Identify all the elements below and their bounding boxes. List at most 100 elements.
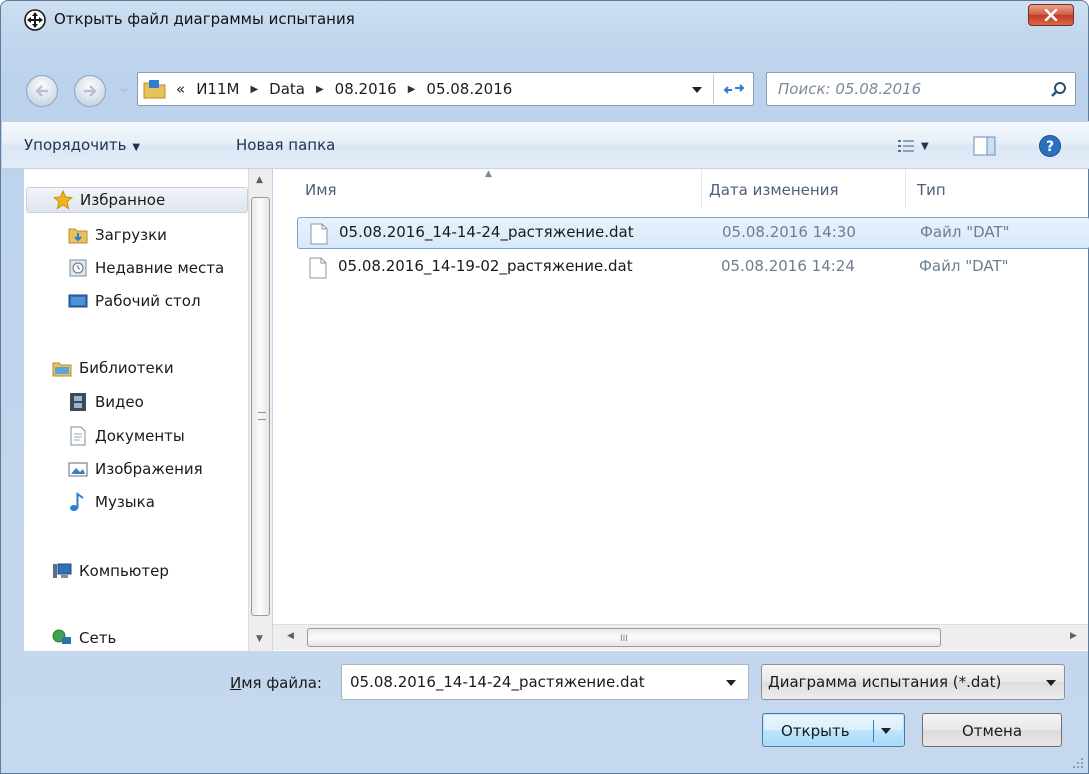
sidebar-item-pictures[interactable]: Изображения xyxy=(68,456,203,482)
file-type-filter-value: Диаграмма испытания (*.dat) xyxy=(768,673,1002,691)
file-type: Файл "DAT" xyxy=(920,223,1010,241)
column-divider[interactable] xyxy=(905,169,906,209)
documents-icon xyxy=(70,426,86,446)
sidebar-item-label: Избранное xyxy=(80,191,166,209)
sidebar-item-downloads[interactable]: Загрузки xyxy=(68,222,167,248)
file-date: 05.08.2016 14:24 xyxy=(721,257,855,275)
scroll-up-icon[interactable]: ▲ xyxy=(256,175,263,185)
open-options-dropdown-icon[interactable] xyxy=(881,727,891,735)
view-options-button[interactable]: ▼ xyxy=(897,136,939,156)
history-dropdown-icon[interactable] xyxy=(117,83,131,99)
close-button[interactable] xyxy=(1028,4,1074,26)
new-folder-button[interactable]: Новая папка xyxy=(236,136,335,154)
back-button[interactable] xyxy=(26,75,58,107)
app-icon xyxy=(24,9,46,31)
file-icon xyxy=(309,257,327,279)
split-divider xyxy=(873,720,874,742)
search-icon[interactable] xyxy=(1049,80,1069,100)
breadcrumb-item[interactable]: И11М xyxy=(196,80,239,98)
libraries-icon xyxy=(52,362,72,377)
file-row[interactable]: 05.08.2016_14-19-02_растяжение.dat 05.08… xyxy=(297,252,1089,284)
organize-menu[interactable]: Упорядочить ▼ xyxy=(24,136,140,154)
file-type-filter[interactable]: Диаграмма испытания (*.dat) xyxy=(761,664,1065,700)
filename-value: 05.08.2016_14-14-24_растяжение.dat xyxy=(350,673,645,691)
file-date: 05.08.2016 14:30 xyxy=(722,223,856,241)
sidebar-item-network[interactable]: Сеть xyxy=(52,625,116,651)
title-bar[interactable]: Открыть файл диаграммы испытания xyxy=(1,1,1088,35)
folder-icon xyxy=(143,80,166,99)
computer-icon xyxy=(53,563,72,578)
navigation-pane: Избранное Загрузки Недавние места Рабочи… xyxy=(24,169,256,651)
sidebar-item-desktop[interactable]: Рабочий стол xyxy=(68,288,201,314)
file-list-scrollbar[interactable]: ◀ III ▶ xyxy=(273,624,1088,650)
file-icon xyxy=(310,223,328,245)
resize-grip-icon[interactable] xyxy=(1072,757,1084,769)
open-file-dialog: Открыть файл диаграммы испытания « И11М … xyxy=(0,0,1089,774)
open-button-label: Открыть xyxy=(781,722,850,740)
open-button[interactable]: Открыть xyxy=(762,713,905,747)
preview-pane-icon[interactable] xyxy=(973,135,997,157)
breadcrumb-separator-icon[interactable]: ▶ xyxy=(250,84,258,95)
sidebar-item-computer[interactable]: Компьютер xyxy=(52,558,169,584)
scrollbar-thumb[interactable]: III xyxy=(307,628,941,647)
address-bar[interactable]: « И11М ▶ Data ▶ 08.2016 ▶ 05.08.2016 xyxy=(137,72,754,106)
sidebar-item-label: Музыка xyxy=(95,493,155,511)
svg-text:?: ? xyxy=(1046,139,1054,155)
search-input[interactable]: Поиск: 05.08.2016 xyxy=(766,72,1076,106)
sidebar-item-libraries[interactable]: Библиотеки xyxy=(52,355,174,381)
recent-places-icon xyxy=(69,259,87,277)
breadcrumb-item[interactable]: Data xyxy=(269,80,305,98)
column-header-name[interactable]: Имя xyxy=(305,181,337,199)
file-list: ▲ Имя Дата изменения Тип 05.08.2016_14-1… xyxy=(273,169,1089,651)
filename-label-text: мя файла: xyxy=(241,674,322,692)
file-row-selected[interactable]: 05.08.2016_14-14-24_растяжение.dat 05.08… xyxy=(297,217,1089,249)
sidebar-item-favorites[interactable]: Избранное xyxy=(26,187,248,213)
sidebar-item-label: Загрузки xyxy=(95,226,167,244)
column-divider[interactable] xyxy=(701,169,702,209)
column-header-type[interactable]: Тип xyxy=(917,181,946,199)
sidebar-item-music[interactable]: Музыка xyxy=(68,489,155,515)
column-header-date[interactable]: Дата изменения xyxy=(709,181,839,199)
chevron-down-icon: ▼ xyxy=(921,140,929,152)
file-type: Файл "DAT" xyxy=(919,257,1009,275)
file-name: 05.08.2016_14-19-02_растяжение.dat xyxy=(338,257,633,275)
scrollbar-thumb[interactable] xyxy=(251,197,270,616)
sidebar-item-label: Рабочий стол xyxy=(95,292,201,310)
forward-button[interactable] xyxy=(74,75,106,107)
scroll-left-icon[interactable]: ◀ xyxy=(287,631,294,641)
search-placeholder: Поиск: 05.08.2016 xyxy=(778,80,922,98)
forward-arrow-icon xyxy=(84,85,97,97)
back-arrow-icon xyxy=(35,85,48,97)
sort-ascending-icon: ▲ xyxy=(485,169,492,179)
downloads-folder-icon xyxy=(68,228,88,244)
filename-label: Имя файла: xyxy=(230,674,322,692)
sidebar-item-label: Документы xyxy=(95,427,185,445)
cancel-button[interactable]: Отмена xyxy=(922,713,1062,747)
scroll-down-icon[interactable]: ▼ xyxy=(256,634,263,644)
address-dropdown-icon[interactable] xyxy=(692,86,702,94)
command-toolbar: Упорядочить ▼ Новая папка ▼ ? xyxy=(2,121,1089,169)
music-icon xyxy=(70,492,84,511)
help-icon[interactable]: ? xyxy=(1038,134,1062,158)
breadcrumb-overflow[interactable]: « xyxy=(176,80,185,98)
breadcrumb-separator-icon[interactable]: ▶ xyxy=(408,84,416,95)
sidebar-item-documents[interactable]: Документы xyxy=(68,423,185,449)
pictures-icon xyxy=(68,462,88,477)
filename-field[interactable]: 05.08.2016_14-14-24_растяжение.dat xyxy=(341,664,749,700)
scroll-right-icon[interactable]: ▶ xyxy=(1070,631,1077,641)
breadcrumb-item[interactable]: 08.2016 xyxy=(335,80,397,98)
breadcrumb-separator-icon[interactable]: ▶ xyxy=(316,84,324,95)
sidebar-item-recent[interactable]: Недавние места xyxy=(68,255,224,281)
navigation-scrollbar[interactable]: ▲ ▼ xyxy=(248,169,272,651)
network-icon xyxy=(52,629,71,644)
file-name: 05.08.2016_14-14-24_растяжение.dat xyxy=(339,223,634,241)
sidebar-item-video[interactable]: Видео xyxy=(68,389,144,415)
sidebar-item-label: Библиотеки xyxy=(79,359,174,377)
desktop-icon xyxy=(68,294,88,308)
chevron-down-icon[interactable] xyxy=(726,679,736,687)
sidebar-item-label: Компьютер xyxy=(79,562,169,580)
window-title: Открыть файл диаграммы испытания xyxy=(54,10,355,28)
view-list-icon xyxy=(898,140,914,152)
breadcrumb-item[interactable]: 05.08.2016 xyxy=(426,80,512,98)
refresh-button[interactable] xyxy=(713,74,753,104)
